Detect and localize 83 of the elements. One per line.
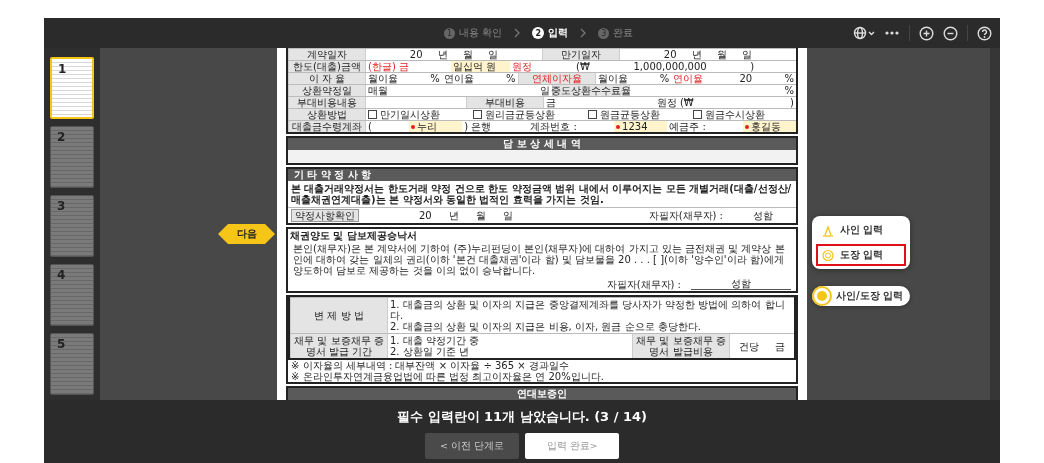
seal-label: 성함 (752, 210, 774, 221)
table-cell-text: 20 % (738, 73, 795, 84)
table-cell-text: 20 년 월 일 (662, 49, 754, 60)
signer-label: 자필자(채무자) : (606, 278, 681, 290)
seal-label: 성함 (691, 278, 791, 290)
table-cell-text: 예금주 : (668, 121, 707, 132)
section-header: 담 보 상 세 내 역 (288, 138, 796, 150)
table-cell-text: 월이율 % (367, 73, 441, 84)
table-cell-text: 연이율 % (442, 73, 517, 84)
section-title: 채권양도 및 담보제공승낙서 (290, 230, 417, 241)
note-text: ※ 온라인투자연계금융업법에 따른 법정 최고이자율은 연 20%입니다. (290, 371, 605, 382)
field-label: 변 제 방 법 (290, 298, 388, 333)
field-label: 연체이자율 (517, 73, 596, 84)
field-label: 계약일자 (288, 49, 366, 60)
table-cell-text: % (783, 85, 795, 96)
next-button[interactable]: 다음 (218, 224, 275, 244)
table-cell-text: 계좌번호 : (529, 121, 578, 132)
stamp-icon (822, 248, 834, 262)
page-thumbnail[interactable]: 5 (50, 333, 94, 395)
step-indicator: 2 입력 (532, 26, 569, 40)
table-cell-text: 건당 금 (738, 339, 786, 354)
table-cell-text: ) (749, 61, 756, 72)
table-cell-text: 1. 대출금의 상환 및 이자의 지급은 중앙결제계좌를 당사자가 약정한 방법에 의하여 합니다. 2. 대출금의 상환 및 이자의 지급은 비용, 이자, 원금 순으로 충당한다. (389, 298, 786, 333)
field-label: 채무 및 보증채무 증명서 발급비용 (632, 334, 730, 358)
input-field[interactable]: 홍길동 (742, 121, 797, 132)
checkbox-option[interactable]: 원금균등상환 (586, 109, 691, 120)
pen-icon (822, 223, 834, 237)
field-label: 부대비용 (466, 97, 545, 108)
terms-text: 본 대출거래약정서는 한도거래 약정 건으로 한도 약정금액 범위 내에서 이루어지는 모든 개별거래(대출/선정산/매출채권연계대출)는 본 약정서와 동일한 법적인 효력을 가지는 것임. (290, 182, 793, 207)
page-thumbnail[interactable]: 1 (50, 57, 94, 119)
confirm-label: 약정사항확인 (291, 209, 359, 222)
required-mark-icon (744, 124, 749, 129)
input-field[interactable]: 일십억 원 (450, 61, 511, 72)
step-indicator: 1 내용 확인 (444, 26, 503, 40)
sign-input-button[interactable]: 사인/도장 입력 (812, 286, 910, 306)
field-label: 중도상환수수료율 (552, 85, 631, 96)
menu-item[interactable]: 사인 입력 (816, 219, 906, 241)
table-cell-text: 1,000,000,000 (632, 61, 708, 72)
section-header: 기 타 약 정 사 항 (288, 169, 796, 181)
field-label: 채무 및 보증채무 증명서 발급 기간 (290, 334, 388, 358)
table-cell-text: 20 년 월 일 (408, 49, 500, 60)
note-text: ※ 이자율의 세부내역 : 대부잔액 × 이자율 ÷ 365 × 경과일수 (290, 360, 570, 371)
date-text: 20 년 월 일 (419, 210, 514, 221)
help-icon[interactable] (977, 25, 992, 41)
table-cell-text: 월이율 % (596, 73, 671, 84)
table-cell-text: ) 은행 (463, 121, 493, 132)
page-thumbnail[interactable]: 2 (50, 126, 94, 188)
menu-item[interactable]: 도장 입력 (816, 244, 906, 266)
table-cell-text: 원정 (₩ ) (655, 97, 795, 108)
table-cell-text: ( (367, 121, 373, 132)
globe-icon[interactable] (853, 26, 875, 40)
required-mark-icon (616, 124, 621, 129)
page-thumbnail[interactable]: 3 (50, 195, 94, 257)
required-mark-icon (411, 124, 415, 129)
field-label: 상환방법 (288, 109, 366, 120)
field-label: 부대비용내용 (288, 97, 366, 108)
field-label: 대출금수령계좌 (288, 121, 366, 132)
zoom-in-icon[interactable] (919, 25, 934, 41)
chevron-right-icon (514, 28, 521, 38)
table-cell-text: 금 (545, 97, 558, 108)
checkbox-option[interactable]: 만기일시상환 (366, 109, 471, 120)
field-label: 상환약정일 (288, 85, 366, 96)
table-cell-text: (₩ (575, 61, 591, 72)
section-header: 연대보증인 (288, 388, 796, 400)
checkbox-option[interactable]: 원리금균등상환 (471, 109, 586, 120)
chevron-right-icon (580, 28, 587, 38)
table-cell-text: 원정 (511, 61, 534, 72)
input-field[interactable]: 누리 (409, 121, 463, 132)
page-thumbnail[interactable]: 4 (50, 264, 94, 326)
table-cell-text: 매월 일 (367, 85, 552, 96)
signer-label: 자필자(채무자) : (648, 210, 723, 221)
field-label: 이 자 율 (288, 73, 366, 84)
assignment-text: 본인(채무자)은 본 계약서에 기하여 (주)누리펀딩이 본인(채무자)에 대하여 가지고 있는 금전채권 및 계약상 본인에 대하여 갖는 일체의 권리(이하 '본건 대출채권'이라 함) 및 담보물을 20 . . . [ ](이하 '양수인'이라 함)에게 양도하여 담보로 제공하는 것을 이의 없이 승낙합니다. (292, 242, 786, 278)
step-button[interactable]: < 이전 단계로 (425, 433, 519, 459)
checkbox-option[interactable]: 원금수시상환 (691, 109, 796, 120)
input-field[interactable]: 1234 (614, 121, 668, 132)
table-cell-text: 1. 대출 약정기간 중 2. 상환일 기준 년 (389, 334, 481, 358)
field-label: 만기일자 (542, 49, 620, 60)
zoom-out-icon[interactable] (943, 25, 958, 41)
table-cell-text: (한글) 금 (367, 61, 410, 72)
table-cell-text: 연이율 (672, 73, 705, 84)
status-message: 필수 입력란이 11개 남았습니다. (3 / 14) (397, 408, 647, 426)
field-label: 한도(대출)금액 (288, 61, 366, 72)
